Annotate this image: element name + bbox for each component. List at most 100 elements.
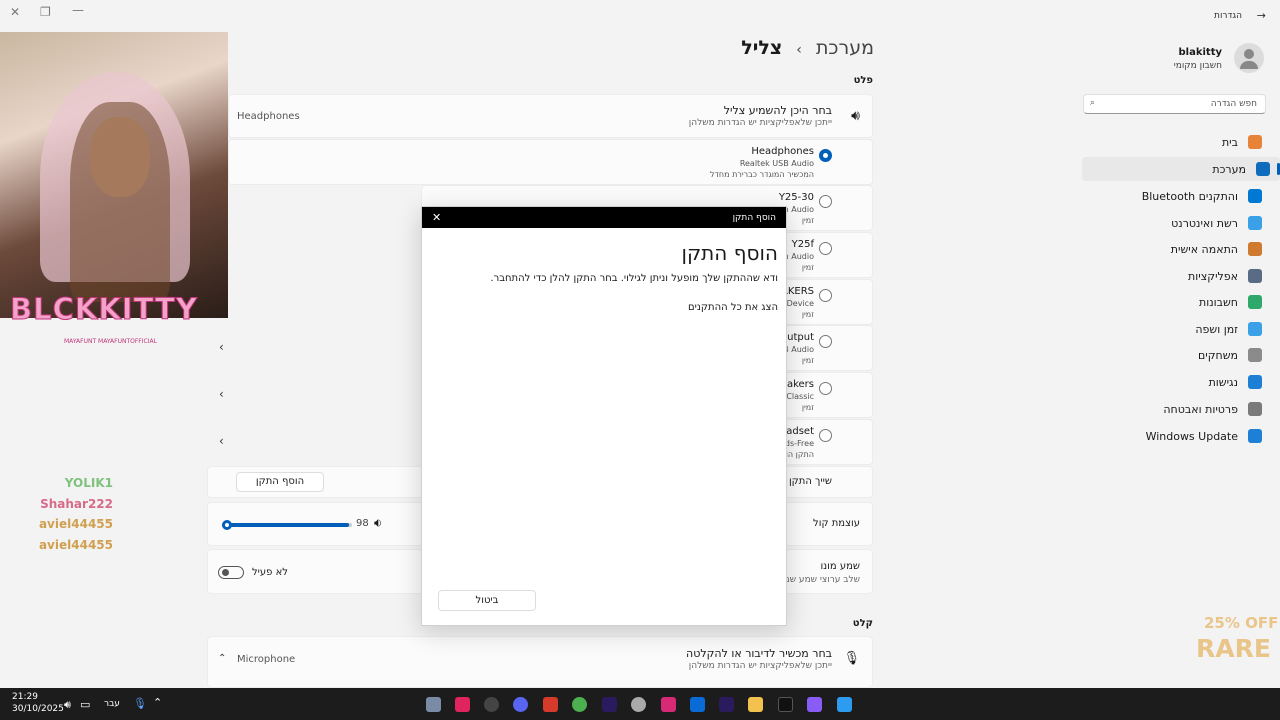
shield-taskbar-icon[interactable] [631,697,646,712]
chat-username: aviel44455 [38,517,113,531]
input-selected-device: Microphone [237,654,296,665]
input-section-label: קלט [852,618,873,629]
close-icon[interactable]: ✕ [432,211,441,224]
start-taskbar-icon[interactable] [837,697,852,712]
restore-window-icon[interactable]: ❐ [40,5,51,19]
device-line3: זמין [801,216,814,225]
device-line3: זמין [801,310,814,319]
volume-icon[interactable]: 🔉︎ [374,516,382,531]
taskbar: 21:29 30/10/2025 🔊︎ ▭ עבר 🎙︎ ⌃ [0,688,1280,720]
input-choose-sub: ייתכן שלאפליקציות יש הגדרות משלהן [688,661,832,671]
account-type: חשבון מקומי [1173,61,1222,71]
device-line2: n Audio [783,252,814,261]
close-window-icon[interactable]: ✕ [10,5,20,19]
volume-slider-thumb[interactable] [222,520,232,530]
search-icon: ⌕ [1090,98,1096,108]
clock-date[interactable]: 30/10/2025 [12,704,64,714]
app-taskbar-icon[interactable] [543,697,558,712]
sidebar-item[interactable]: משחקים [1082,343,1272,367]
device-name: Y25-30 [778,192,814,203]
sidebar-item-label: Windows Update [1145,429,1238,443]
sidebar-item-icon [1248,322,1262,336]
output-device-row[interactable]: Headphones Realtek USB Audio המכשיר המוגדר… [228,139,873,185]
mono-audio-label: שמע מונו [820,561,860,572]
output-device-selector[interactable]: 🔊︎ בחר היכן להשמיע צליל ייתכן שלאפליקציו… [228,94,873,138]
device-radio[interactable] [819,149,832,162]
device-line3: התקן הו [785,450,814,459]
sidebar-item-label: נגישות [1208,375,1238,389]
sidebar-item-label: התאמה אישית [1170,242,1238,256]
cancel-button[interactable]: ביטול [438,590,536,611]
promo-discount: 25% OFF [1204,614,1279,632]
capcut-taskbar-icon[interactable] [455,697,470,712]
sidebar-item[interactable]: Windows Update [1082,424,1272,448]
sidebar-item[interactable]: מערכת [1082,157,1280,181]
after-effects-taskbar-icon[interactable] [602,697,617,712]
copilot-taskbar-icon[interactable] [807,697,822,712]
input-device-selector[interactable]: 🎙︎ בחר מכשיר לדיבור או להקלטה ייתכן שלאפ… [207,636,873,688]
microphone-icon: 🎙︎ [843,651,860,666]
mono-audio-toggle[interactable] [218,566,244,579]
instagram-taskbar-icon[interactable] [661,697,676,712]
device-line3: זמין [801,356,814,365]
volume-value: 98 [356,518,369,529]
sidebar-item[interactable]: התאמה אישית [1082,237,1272,261]
sidebar-item[interactable]: נגישות [1082,370,1272,394]
obs-taskbar-icon[interactable] [484,697,499,712]
sidebar-item[interactable]: Bluetooth והתקנים [1082,184,1272,208]
sidebar-item-icon [1248,348,1262,362]
device-line3: זמין [801,263,814,272]
network-tray-icon[interactable]: ▭ [80,698,90,711]
search-placeholder: חפש הגדרה [1210,99,1257,109]
device-line2: B Audio [783,345,814,354]
sidebar-item[interactable]: זמן ושפה [1082,317,1272,341]
device-row-expander[interactable]: ‹ [207,419,422,465]
clock-time[interactable]: 21:29 [12,692,38,702]
device-line3: זמין [801,403,814,412]
chat-username: Shahar222 [40,497,113,511]
settings-taskbar-icon[interactable] [426,697,441,712]
sidebar-item[interactable]: אפליקציות [1082,264,1272,288]
search-input[interactable]: חפש הגדרה ⌕ [1083,94,1266,114]
device-row-expander[interactable]: ‹ [207,372,422,418]
volume-slider[interactable] [222,520,352,530]
device-radio[interactable] [819,289,832,302]
volume-tray-icon[interactable]: 🔊︎ [64,698,71,712]
device-radio[interactable] [819,242,832,255]
microphone-tray-icon[interactable]: 🎙︎ [133,697,147,710]
webcam-overlay [0,32,228,318]
sidebar-item-icon [1248,216,1262,230]
device-radio[interactable] [819,335,832,348]
device-radio[interactable] [819,382,832,395]
streamer-socials: MAYAFUNT MAYAFUNTOFFICIAL [64,338,157,345]
chrome-taskbar-icon[interactable] [572,697,587,712]
device-row-expander[interactable]: ‹ [207,325,422,371]
sidebar-item[interactable]: פרטיות ואבטחה [1082,397,1272,421]
breadcrumb-separator: › [796,42,802,58]
add-device-button[interactable]: הוסף התקן [236,472,324,492]
chevron-up-icon[interactable]: ⌃ [218,653,226,664]
sidebar-item-icon [1248,402,1262,416]
sidebar-item[interactable]: בית [1082,130,1272,154]
device-line2: Classic [786,392,814,401]
sidebar-item[interactable]: חשבונות [1082,290,1272,314]
sidebar-item-icon [1248,375,1262,389]
volume-label: עוצמת קול [813,518,860,529]
device-radio[interactable] [819,195,832,208]
minimize-window-icon[interactable]: — [72,3,84,17]
discord-taskbar-icon[interactable] [513,697,528,712]
show-all-devices-link[interactable]: הצג את כל ההתקנים [688,302,778,313]
outlook-taskbar-icon[interactable] [690,697,705,712]
volume-slider-fill [222,523,350,527]
device-line2: Realtek USB Audio [739,159,814,168]
device-radio[interactable] [819,429,832,442]
file-explorer-taskbar-icon[interactable] [748,697,763,712]
sidebar-item[interactable]: רשת ואינטרנט [1082,211,1272,235]
breadcrumb: מערכת › צליל [741,37,874,59]
settings-sidebar: blakitty חשבון מקומי חפש הגדרה ⌕ בית מערכ… [1070,0,1280,688]
tiktok-taskbar-icon[interactable] [778,697,793,712]
language-indicator[interactable]: עבר [104,699,120,709]
breadcrumb-parent[interactable]: מערכת [816,37,874,59]
chevron-up-tray-icon[interactable]: ⌃ [153,696,162,709]
premiere-taskbar-icon[interactable] [719,697,734,712]
